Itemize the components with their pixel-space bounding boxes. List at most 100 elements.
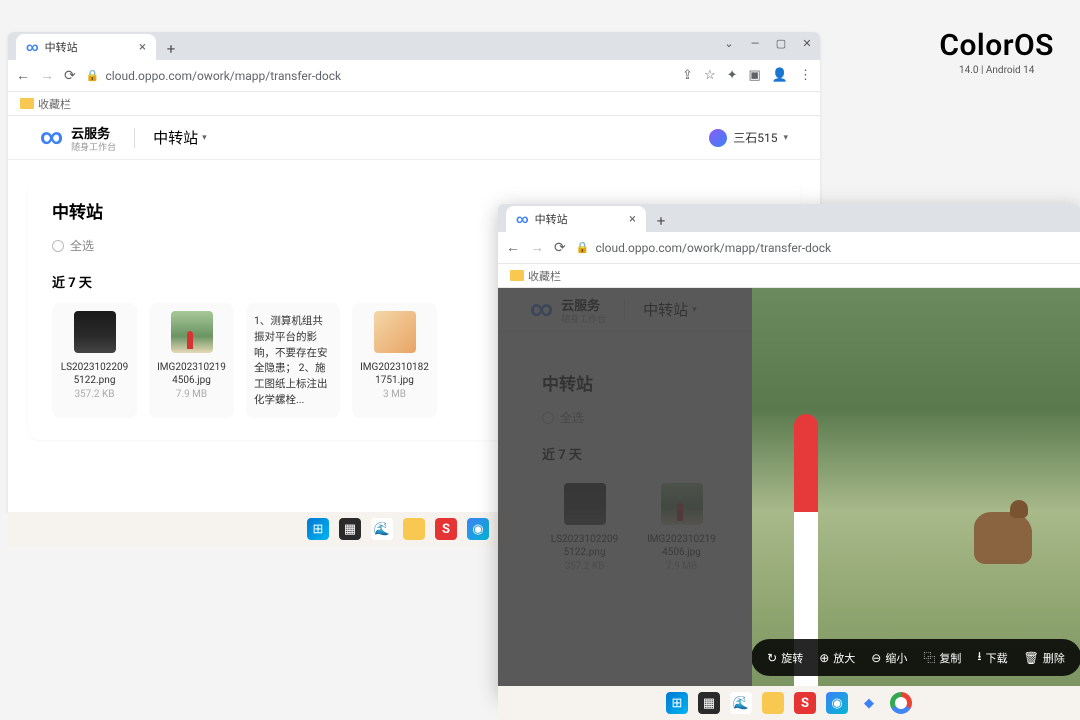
user-menu[interactable]: 三石515 ▾ <box>709 129 788 147</box>
file-explorer-icon[interactable] <box>403 518 425 540</box>
url-field[interactable]: 🔒 cloud.oppo.com/owork/mapp/transfer-doc… <box>86 69 672 83</box>
file-item[interactable]: IMG2023102194506.jpg 7.9 MB <box>149 303 234 418</box>
avatar <box>709 129 727 147</box>
file-item[interactable]: LS20231022095122.png 357.2 KB <box>52 303 137 418</box>
address-bar: ← → ⟳ 🔒 cloud.oppo.com/owork/mapp/transf… <box>498 232 1080 264</box>
thumbnail <box>374 311 416 353</box>
service-logo[interactable]: ∞ 云服务 随身工作台 <box>40 123 116 153</box>
preview-image[interactable] <box>752 288 1080 694</box>
app-icon[interactable]: ▦ <box>339 518 361 540</box>
app-icon[interactable]: S <box>435 518 457 540</box>
file-item[interactable]: IMG2023101821751.jpg 3 MB <box>352 303 437 418</box>
maximize-icon[interactable]: ▢ <box>774 36 788 50</box>
thumbnail <box>74 311 116 353</box>
file-name: IMG2023101821751.jpg <box>358 361 431 387</box>
download-button[interactable]: ⭳下载 <box>977 647 1007 668</box>
note-text: 1、测算机组共振对平台的影响，不要存在安全隐患； 2、施工图纸上标注出化学螺栓.… <box>252 311 334 410</box>
app-icon[interactable]: ◉ <box>467 518 489 540</box>
browser-tab[interactable]: ∞ 中转站 × <box>506 206 646 232</box>
panel-icon[interactable]: ▣ <box>749 68 761 83</box>
caret-down-icon: ▾ <box>202 133 207 143</box>
back-icon[interactable]: ← <box>16 67 30 84</box>
tab-title: 中转站 <box>45 39 78 55</box>
extensions-icon[interactable]: ✦ <box>727 68 738 83</box>
url-text: cloud.oppo.com/owork/mapp/transfer-dock <box>595 241 831 255</box>
start-icon[interactable]: ⊞ <box>307 518 329 540</box>
divider <box>134 128 135 148</box>
folder-icon <box>510 270 524 281</box>
tab-bar: ∞ 中转站 × + <box>498 204 1080 232</box>
brand-name: ColorOS <box>939 28 1054 63</box>
menu-icon[interactable]: ⋮ <box>799 68 812 83</box>
forward-icon[interactable]: → <box>530 239 544 256</box>
start-icon[interactable]: ⊞ <box>666 692 688 714</box>
new-tab-button[interactable]: + <box>650 210 672 232</box>
download-icon: ⭳ <box>977 647 981 668</box>
app-icon[interactable]: 🌊 <box>730 692 752 714</box>
lock-icon: 🔒 <box>86 69 100 82</box>
rotate-button[interactable]: ↻旋转 <box>767 647 803 668</box>
url-field[interactable]: 🔒 cloud.oppo.com/owork/mapp/transfer-doc… <box>576 241 1072 255</box>
share-icon[interactable]: ⇪ <box>682 68 693 83</box>
file-size: 357.2 KB <box>74 389 114 400</box>
rotate-icon: ↻ <box>767 651 777 665</box>
tab-favicon-icon: ∞ <box>516 212 529 226</box>
reload-icon[interactable]: ⟳ <box>554 240 566 256</box>
app-icon[interactable]: ▦ <box>698 692 720 714</box>
reload-icon[interactable]: ⟳ <box>64 68 76 84</box>
address-bar: ← → ⟳ 🔒 cloud.oppo.com/owork/mapp/transf… <box>8 60 820 92</box>
file-size: 7.9 MB <box>176 389 207 400</box>
tab-bar: ∞ 中转站 × + ⌄ — ▢ ✕ <box>8 32 820 60</box>
close-window-icon[interactable]: ✕ <box>800 36 814 50</box>
zoom-in-icon: ⊕ <box>819 651 829 665</box>
logo-subtitle: 随身工作台 <box>71 140 116 153</box>
infinity-icon: ∞ <box>40 125 63 150</box>
note-item[interactable]: 1、测算机组共振对平台的影响，不要存在安全隐患； 2、施工图纸上标注出化学螺栓.… <box>246 303 340 418</box>
copy-button[interactable]: ⿻复制 <box>923 647 961 668</box>
tab-title: 中转站 <box>535 211 568 227</box>
trash-icon: 🗑 <box>1024 651 1039 665</box>
window-controls: ⌄ — ▢ ✕ <box>722 36 814 50</box>
tab-close-icon[interactable]: × <box>139 40 146 55</box>
tab-favicon-icon: ∞ <box>26 40 39 54</box>
username: 三石515 <box>733 129 777 146</box>
lock-icon: 🔒 <box>576 241 590 254</box>
chevron-down-icon[interactable]: ⌄ <box>722 36 736 50</box>
app-icon[interactable]: ◆ <box>858 692 880 714</box>
new-tab-button[interactable]: + <box>160 38 182 60</box>
star-icon[interactable]: ☆ <box>704 68 716 83</box>
caret-down-icon: ▾ <box>783 133 788 143</box>
file-size: 3 MB <box>383 389 406 400</box>
content-area: ∞ 云服务 随身工作台 中转站 ▾ 中转站 全选 近 7 天 <box>498 288 1080 694</box>
back-icon[interactable]: ← <box>506 239 520 256</box>
file-name: IMG2023102194506.jpg <box>155 361 228 387</box>
os-brand: ColorOS 14.0 | Android 14 <box>939 28 1054 76</box>
profile-icon[interactable]: 👤 <box>772 68 788 83</box>
app-icon[interactable]: 🌊 <box>371 518 393 540</box>
thumbnail <box>171 311 213 353</box>
delete-button[interactable]: 🗑删除 <box>1024 647 1065 668</box>
tab-close-icon[interactable]: × <box>629 212 636 227</box>
brand-subtitle: 14.0 | Android 14 <box>939 65 1054 76</box>
copy-icon: ⿻ <box>923 649 935 666</box>
page-title-dropdown[interactable]: 中转站 ▾ <box>153 127 207 148</box>
preview-browser-window: ∞ 中转站 × + ← → ⟳ 🔒 cloud.oppo.com/owork/m… <box>498 204 1080 694</box>
page-header: ∞ 云服务 随身工作台 中转站 ▾ 三石515 ▾ <box>8 116 820 160</box>
file-name: LS20231022095122.png <box>58 361 131 387</box>
taskbar: ⊞ ▦ 🌊 S ◉ ◆ <box>498 686 1080 720</box>
logo-title: 云服务 <box>71 123 116 142</box>
image-preview-pane: ↻旋转 ⊕放大 ⊖缩小 ⿻复制 ⭳下载 🗑删除 <box>752 288 1080 694</box>
zoom-out-button[interactable]: ⊖缩小 <box>871 647 907 668</box>
forward-icon[interactable]: → <box>40 67 54 84</box>
bookmark-folder[interactable]: 收藏栏 <box>528 268 561 284</box>
minimize-icon[interactable]: — <box>748 36 762 50</box>
browser-tab[interactable]: ∞ 中转站 × <box>16 34 156 60</box>
zoom-in-button[interactable]: ⊕放大 <box>819 647 855 668</box>
chrome-icon[interactable] <box>890 692 912 714</box>
bookmark-folder[interactable]: 收藏栏 <box>38 96 71 112</box>
select-all-label: 全选 <box>70 237 94 254</box>
app-icon[interactable]: S <box>794 692 816 714</box>
zoom-out-icon: ⊖ <box>871 651 881 665</box>
file-explorer-icon[interactable] <box>762 692 784 714</box>
app-icon[interactable]: ◉ <box>826 692 848 714</box>
